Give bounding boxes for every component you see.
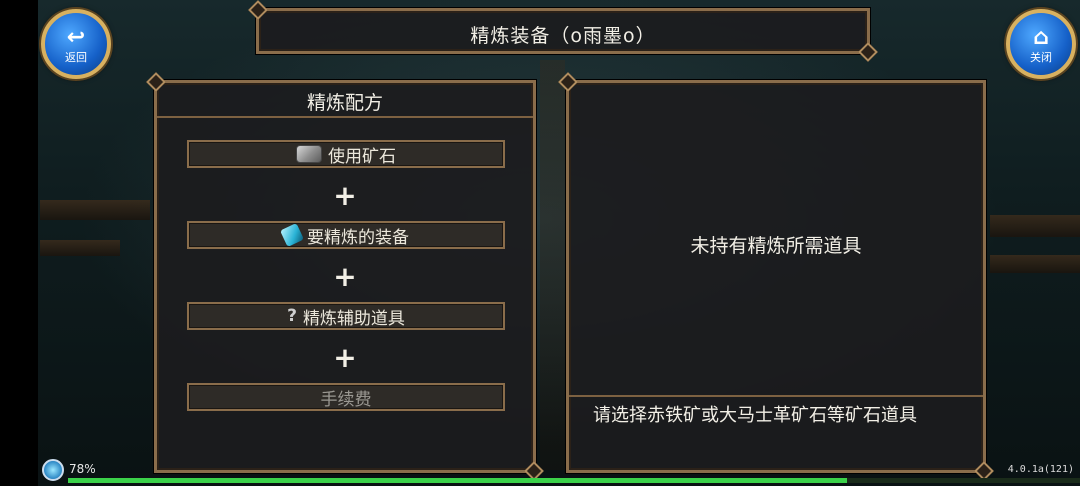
fee-slot-label: 手续费 — [320, 389, 372, 410]
hint-text: 请选择赤铁矿或大马士革矿石等矿石道具 — [593, 405, 917, 426]
plus-sign: + — [333, 341, 357, 374]
close-button[interactable]: ⌂ 关闭 — [1006, 9, 1076, 79]
fee-slot: 手续费 — [187, 383, 505, 411]
equipment-icon — [280, 223, 304, 247]
back-button[interactable]: ↩ 返回 — [41, 9, 111, 79]
divider — [569, 395, 983, 397]
back-button-label: 返回 — [65, 51, 87, 64]
plus-sign: + — [333, 260, 357, 293]
equipment-slot[interactable]: 要精炼的装备 — [187, 221, 505, 249]
title-bar: 精炼装备（o雨墨o） — [256, 8, 870, 54]
screen-edge — [0, 0, 38, 486]
version-label: 4.0.1a(121) — [1007, 464, 1074, 475]
page-title: 精炼装备（o雨墨o） — [470, 25, 656, 47]
loading-progress-bar — [68, 478, 1080, 483]
close-button-label: 关闭 — [1030, 51, 1052, 64]
recipe-panel: 精炼配方 使用矿石 + 要精炼的装备 + ? 精炼辅助道具 + 手续费 — [154, 80, 536, 473]
no-item-message: 未持有精炼所需道具 — [690, 235, 862, 257]
recipe-panel-title: 精炼配方 — [306, 92, 383, 114]
battery-icon — [42, 459, 64, 481]
equipment-slot-label: 要精炼的装备 — [307, 227, 409, 248]
return-arrow-icon: ↩ — [66, 25, 86, 50]
result-panel: 未持有精炼所需道具 请选择赤铁矿或大马士革矿石等矿石道具 — [566, 80, 986, 473]
home-icon: ⌂ — [1033, 25, 1049, 50]
ore-slot-label: 使用矿石 — [328, 146, 396, 167]
ore-icon — [296, 145, 322, 163]
ore-slot[interactable]: 使用矿石 — [187, 140, 505, 168]
plus-sign: + — [333, 179, 357, 212]
assist-item-slot-label: 精炼辅助道具 — [302, 308, 405, 329]
assist-item-slot[interactable]: ? 精炼辅助道具 — [187, 302, 505, 330]
question-icon: ? — [287, 306, 297, 326]
battery-percent: 78% — [69, 462, 96, 476]
divider — [157, 116, 533, 118]
loading-progress-fill — [68, 478, 848, 483]
